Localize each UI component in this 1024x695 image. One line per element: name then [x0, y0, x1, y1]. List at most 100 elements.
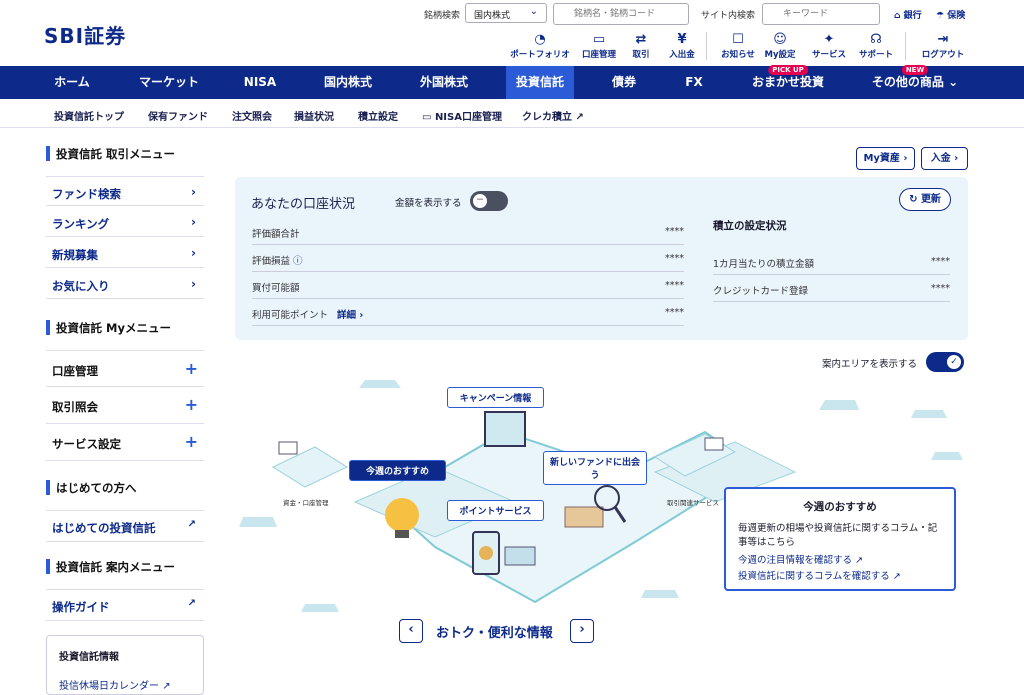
- header: SBI証券 銘柄検索 国内株式⌄ ⚲ サイト内検索 ⚲ ⌂ 銀行 ☂ 保険 ◔ポ…: [0, 0, 1024, 66]
- refresh-button[interactable]: ↻ 更新: [899, 188, 951, 211]
- nav-robo-invest[interactable]: PICK UP おまかせ投資: [742, 65, 834, 99]
- toolbar-logout[interactable]: ⇥ ログアウト: [911, 32, 975, 60]
- points-detail-link[interactable]: 詳細 ›: [337, 310, 363, 321]
- bank-link[interactable]: ⌂ 銀行: [894, 8, 922, 21]
- toggle-off-icon: −: [473, 194, 487, 208]
- sidebar-label: 新規募集: [52, 248, 98, 262]
- my-menu-title: 投資信託 Myメニュー: [46, 320, 171, 336]
- row-label: 評価損益: [252, 256, 291, 267]
- toolbar-deposit[interactable]: ¥ 入出金: [650, 32, 714, 60]
- sidebar-favorites[interactable]: お気に入り ›: [46, 269, 204, 299]
- button-label: 入金: [930, 153, 951, 164]
- insurance-link[interactable]: ☂ 保険: [936, 8, 965, 21]
- subnav-credit-reserve[interactable]: クレカ積立 ↗: [522, 108, 584, 123]
- holiday-calendar-link[interactable]: 投信休場日カレンダー ↗: [59, 677, 191, 692]
- nav-foreign-stocks[interactable]: 外国株式: [404, 66, 484, 99]
- bank-label: 銀行: [903, 11, 922, 21]
- sbi-logo[interactable]: SBI証券: [44, 20, 126, 49]
- button-label: 更新: [920, 194, 941, 205]
- nav-label: おまかせ投資: [751, 75, 824, 89]
- sidebar-label: はじめての投資信託: [52, 521, 156, 535]
- sidebar-trade-inquiry[interactable]: 取引照会 +: [46, 387, 204, 424]
- nav-nisa[interactable]: NISA: [232, 66, 288, 99]
- sidebar-label: ランキング: [52, 217, 110, 231]
- nav-label: その他の商品: [871, 75, 944, 89]
- point-service-bubble[interactable]: ポイントサービス: [447, 500, 544, 521]
- toolbar-support[interactable]: ☊ サポート: [844, 32, 908, 60]
- info-title: 投資信託情報: [59, 652, 119, 663]
- subnav-pnl[interactable]: 損益状況: [294, 108, 334, 123]
- trade-menu-title: 投資信託 取引メニュー: [46, 146, 175, 162]
- sidebar-first-trust[interactable]: はじめての投資信託 ↗: [46, 510, 204, 542]
- site-search-input[interactable]: [762, 3, 880, 25]
- sidebar-ranking[interactable]: ランキング ›: [46, 207, 204, 237]
- chevron-down-icon: ⌄: [529, 6, 538, 17]
- row-monthly-reserve: 1カ月当たりの積立金額 ****: [713, 248, 950, 275]
- sidebar-account-management[interactable]: 口座管理 +: [46, 350, 204, 387]
- subnav-reserve[interactable]: 積立設定: [358, 108, 398, 123]
- chevron-left-icon: ‹: [408, 622, 414, 637]
- lightbulb-icon: [385, 498, 419, 532]
- stock-search-label: 銘柄検索: [424, 11, 461, 21]
- sidebar-operation-guide[interactable]: 操作ガイド ↗: [46, 589, 204, 621]
- recommend-title: 今週のおすすめ: [803, 501, 877, 513]
- deposit-button[interactable]: 入金 ›: [921, 147, 968, 170]
- nav-domestic-stocks[interactable]: 国内株式: [308, 66, 388, 99]
- sidebar-label: 操作ガイド: [52, 600, 110, 614]
- row-label-wrap: 利用可能ポイント 詳細 ›: [252, 307, 363, 321]
- sidebar-service-settings[interactable]: サービス設定 +: [46, 424, 204, 461]
- toolbar-label: ログアウト: [921, 50, 965, 60]
- chevron-down-icon: ⌄: [948, 75, 959, 89]
- refresh-icon: ↻: [909, 194, 918, 205]
- umbrella-icon: ☂: [936, 11, 945, 21]
- row-label: 買付可能額: [252, 283, 300, 294]
- carousel-prev-button[interactable]: ‹: [399, 619, 423, 643]
- stock-search-input[interactable]: [553, 3, 689, 25]
- subnav-orders[interactable]: 注文照会: [232, 108, 272, 123]
- chevron-right-icon: ›: [191, 277, 196, 291]
- weekly-info-link[interactable]: 今週の注目情報を確認する ↗: [738, 552, 942, 566]
- row-value: ****: [931, 283, 950, 294]
- row-value: ****: [931, 256, 950, 267]
- row-label: 利用可能ポイント: [252, 310, 329, 321]
- external-link-icon: ↗: [187, 598, 196, 609]
- column-link[interactable]: 投資信託に関するコラムを確認する ↗: [738, 568, 942, 582]
- new-badge: NEW: [901, 65, 929, 75]
- trust-info-box: 投資信託情報 投信休場日カレンダー ↗: [46, 635, 204, 695]
- guide-area-toggle[interactable]: ✓: [926, 352, 964, 372]
- campaign-bubble[interactable]: キャンペーン情報: [447, 387, 544, 408]
- nav-market[interactable]: マーケット: [124, 66, 214, 99]
- carousel-title: おトク・便利な情報: [436, 626, 553, 641]
- row-buying-power: 買付可能額 ****: [252, 272, 684, 299]
- carousel-next-button[interactable]: ›: [570, 619, 594, 643]
- sub-nav: 投資信託トップ 保有ファンド 注文照会 損益状況 積立設定 ▭ NISA口座管理…: [0, 99, 1024, 128]
- nav-home[interactable]: ホーム: [36, 66, 108, 99]
- nav-investment-trust[interactable]: 投資信託: [506, 66, 574, 99]
- sidebar-label: ファンド検索: [52, 187, 121, 201]
- logout-icon: ⇥: [937, 32, 949, 47]
- subnav-trust-top[interactable]: 投資信託トップ: [54, 108, 124, 123]
- plus-icon: +: [184, 395, 198, 414]
- subnav-nisa[interactable]: ▭ NISA口座管理: [422, 108, 502, 123]
- subnav-label: NISA口座管理: [434, 112, 502, 123]
- my-assets-button[interactable]: My資産 ›: [856, 147, 915, 170]
- show-amount-toggle[interactable]: −: [470, 191, 508, 211]
- weekly-recommend-bubble[interactable]: 今週のおすすめ: [349, 460, 446, 481]
- nav-bonds[interactable]: 債券: [596, 66, 652, 99]
- account-status-panel: あなたの口座状況 金額を表示する − ↻ 更新 評価額合計 **** 評価損益 ⓘ…: [235, 177, 968, 340]
- row-label: 1カ月当たりの積立金額: [713, 259, 815, 270]
- market-select[interactable]: 国内株式 ⌄: [465, 3, 547, 23]
- recommend-desc: 毎週更新の相場や投資信託に関するコラム・記事等はこちら: [738, 523, 938, 548]
- market-select-value: 国内株式: [474, 11, 511, 21]
- boxes-icon: [564, 506, 604, 528]
- sidebar-new-offering[interactable]: 新規募集 ›: [46, 238, 204, 268]
- new-fund-bubble[interactable]: 新しいファンドに出会う: [543, 451, 647, 485]
- nav-other-products[interactable]: NEW その他の商品 ⌄: [860, 65, 970, 99]
- help-icon[interactable]: ⓘ: [293, 256, 303, 267]
- toolbar-portfolio[interactable]: ◔ ポートフォリオ: [508, 32, 572, 60]
- subnav-holdings[interactable]: 保有ファンド: [148, 108, 208, 123]
- sidebar-fund-search[interactable]: ファンド検索 ›: [46, 176, 204, 206]
- link-label: 投資信託に関するコラムを確認する: [738, 571, 890, 582]
- nav-fx[interactable]: FX: [670, 66, 718, 99]
- row-label: クレジットカード登録: [713, 286, 809, 297]
